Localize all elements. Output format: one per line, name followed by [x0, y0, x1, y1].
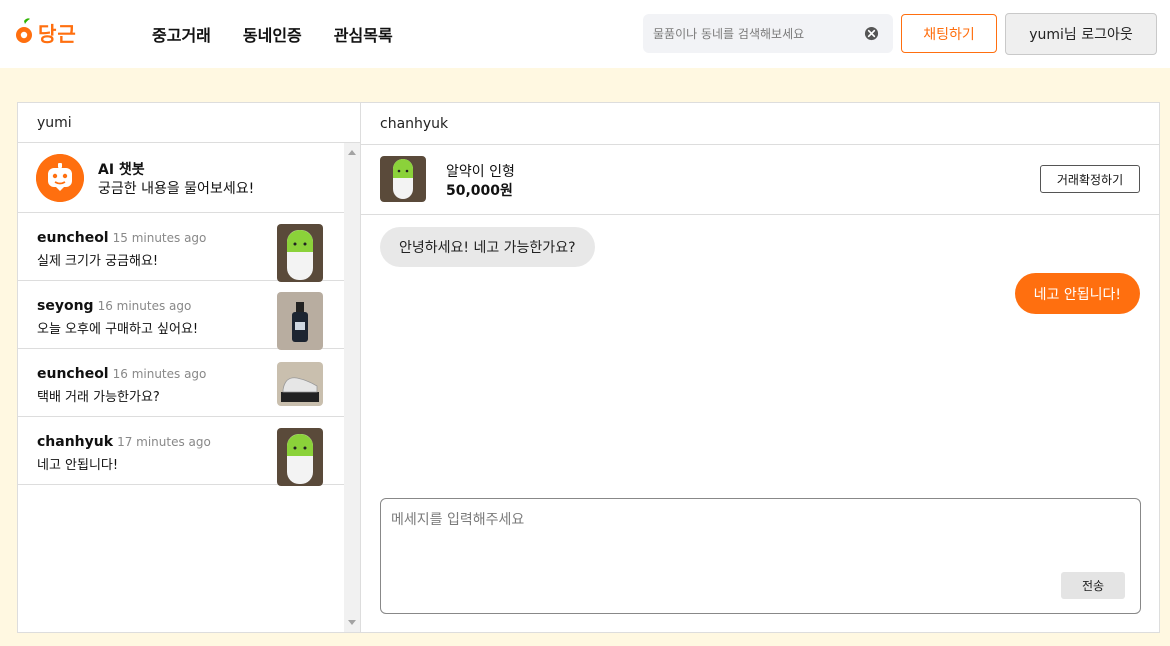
green-doll-thumbnail: [277, 224, 323, 282]
logout-button[interactable]: yumi님 로그아웃: [1005, 13, 1157, 55]
logo[interactable]: 당근: [14, 17, 77, 47]
current-username: yumi: [18, 103, 360, 143]
product-price: 50,000원: [446, 183, 513, 199]
chat-list-item[interactable]: euncheol 16 minutes ago 택배 거래 가능한가요?: [18, 349, 344, 417]
nav-used-trade[interactable]: 중고거래: [152, 22, 211, 46]
bot-name: AI 챗봇: [98, 162, 145, 178]
nav-watchlist[interactable]: 관심목록: [334, 22, 393, 46]
product-title: 알약이 인형: [446, 164, 515, 180]
clear-icon[interactable]: [864, 26, 879, 41]
ai-chatbot-item[interactable]: AI 챗봇 궁금한 내용을 물어보세요!: [18, 143, 344, 213]
chat-time: 17 minutes ago: [117, 435, 211, 449]
search-bar: [643, 14, 893, 53]
scroll-down-arrow-icon[interactable]: [348, 620, 356, 625]
chat-list-item[interactable]: seyong 16 minutes ago 오늘 오후에 구매하고 싶어요!: [18, 281, 344, 350]
bottle-thumbnail: [277, 292, 323, 350]
sneakers-thumbnail: [277, 362, 323, 406]
confirm-deal-button[interactable]: 거래확정하기: [1040, 165, 1140, 193]
carrot-logo-icon: [16, 18, 32, 43]
message-input[interactable]: [391, 509, 1131, 569]
scroll-up-arrow-icon[interactable]: [348, 150, 356, 155]
chat-list-item[interactable]: euncheol 15 minutes ago 실제 크기가 궁금해요!: [18, 213, 344, 282]
chat-partner-name: seyong: [37, 298, 94, 314]
logo-text: 당근: [38, 21, 77, 46]
chat-last-message: 실제 크기가 궁금해요!: [37, 254, 159, 269]
message-composer: 전송: [380, 498, 1141, 614]
chat-time: 15 minutes ago: [112, 231, 207, 245]
chat-partner-name: euncheol: [37, 366, 109, 382]
chat-panel: yumi AI 챗봇 궁금한 내용을 물어보세요! euncheol 15 min…: [17, 102, 1160, 633]
chat-button[interactable]: 채팅하기: [901, 14, 997, 53]
chat-list-panel: yumi AI 챗봇 궁금한 내용을 물어보세요! euncheol 15 min…: [18, 103, 361, 632]
conversation-panel: chanhyuk 알약이 인형 50,000원 거래확정하기 안녕하세요! 네고…: [361, 103, 1159, 632]
chat-partner-name: euncheol: [37, 230, 109, 246]
chat-last-message: 택배 거래 가능한가요?: [37, 390, 160, 405]
product-thumbnail: [380, 156, 426, 202]
chat-partner-name: chanhyuk: [37, 434, 114, 450]
conversation-partner: chanhyuk: [361, 103, 1159, 145]
top-header: 당근 중고거래 동네인증 관심목록 채팅하기 yumi님 로그아웃: [0, 0, 1170, 68]
chat-last-message: 오늘 오후에 구매하고 싶어요!: [37, 322, 199, 337]
chat-list-item[interactable]: chanhyuk 17 minutes ago 네고 안됩니다!: [18, 417, 344, 486]
nav-neighborhood-verify[interactable]: 동네인증: [243, 22, 302, 46]
green-doll-thumbnail: [277, 428, 323, 486]
chat-list: AI 챗봇 궁금한 내용을 물어보세요! euncheol 15 minutes …: [18, 143, 344, 632]
sent-message: 네고 안됩니다!: [1014, 273, 1140, 314]
chat-last-message: 네고 안됩니다!: [37, 458, 119, 473]
chat-list-scrollbar[interactable]: [344, 143, 360, 632]
send-button[interactable]: 전송: [1061, 572, 1125, 599]
chat-time: 16 minutes ago: [112, 367, 207, 381]
robot-icon: [36, 154, 84, 202]
search-input[interactable]: [643, 14, 853, 53]
main-nav: 중고거래 동네인증 관심목록: [152, 22, 393, 46]
product-info: 알약이 인형 50,000원 거래확정하기: [361, 145, 1159, 215]
received-message: 안녕하세요! 네고 가능한가요?: [380, 227, 595, 267]
bot-description: 궁금한 내용을 물어보세요!: [98, 181, 255, 197]
chat-time: 16 minutes ago: [97, 299, 192, 313]
